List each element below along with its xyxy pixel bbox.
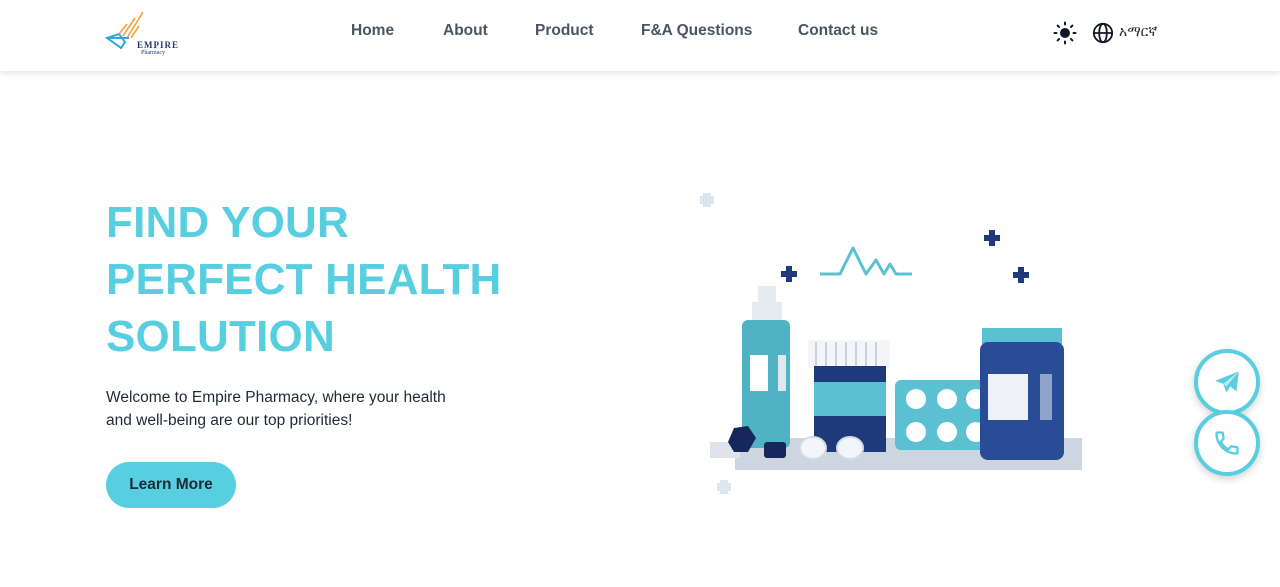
sun-icon <box>1053 21 1077 45</box>
telegram-icon <box>1215 371 1239 393</box>
hero-description: Welcome to Empire Pharmacy, where your h… <box>106 386 506 432</box>
hero-title: FIND YOUR PERFECT HEALTH SOLUTION <box>106 194 546 365</box>
hero-description-line: Welcome to Empire Pharmacy, where your h… <box>106 389 446 406</box>
medicine-bottles-illustration <box>700 193 1082 494</box>
nav-contact-us[interactable]: Contact us <box>798 22 878 40</box>
theme-toggle-button[interactable] <box>1053 21 1077 45</box>
phone-icon <box>1215 431 1239 455</box>
pharmacy-illustration <box>690 180 1100 505</box>
learn-more-button[interactable]: Learn More <box>106 462 236 508</box>
nav-product[interactable]: Product <box>535 22 594 40</box>
language-label: አማርኛ <box>1119 24 1158 40</box>
site-header: EMPIRE Pharmacy Home About Product F&A Q… <box>0 0 1280 71</box>
logo-name: EMPIRE <box>137 40 179 50</box>
logo-subtitle: Pharmacy <box>141 50 165 56</box>
hero-description-line: and well-being are our top priorities! <box>106 412 353 429</box>
hero-title-line: SOLUTION <box>106 312 335 361</box>
hero-title-line: PERFECT HEALTH <box>106 255 502 304</box>
globe-icon <box>1092 22 1114 44</box>
phone-button[interactable] <box>1194 410 1260 476</box>
empire-pharmacy-logo[interactable]: EMPIRE Pharmacy <box>105 8 185 60</box>
nav-home[interactable]: Home <box>351 22 394 40</box>
nav-about[interactable]: About <box>443 22 488 40</box>
hero-title-line: FIND YOUR <box>106 198 350 247</box>
telegram-button[interactable] <box>1194 349 1260 415</box>
nav-fa-questions[interactable]: F&A Questions <box>641 22 752 40</box>
